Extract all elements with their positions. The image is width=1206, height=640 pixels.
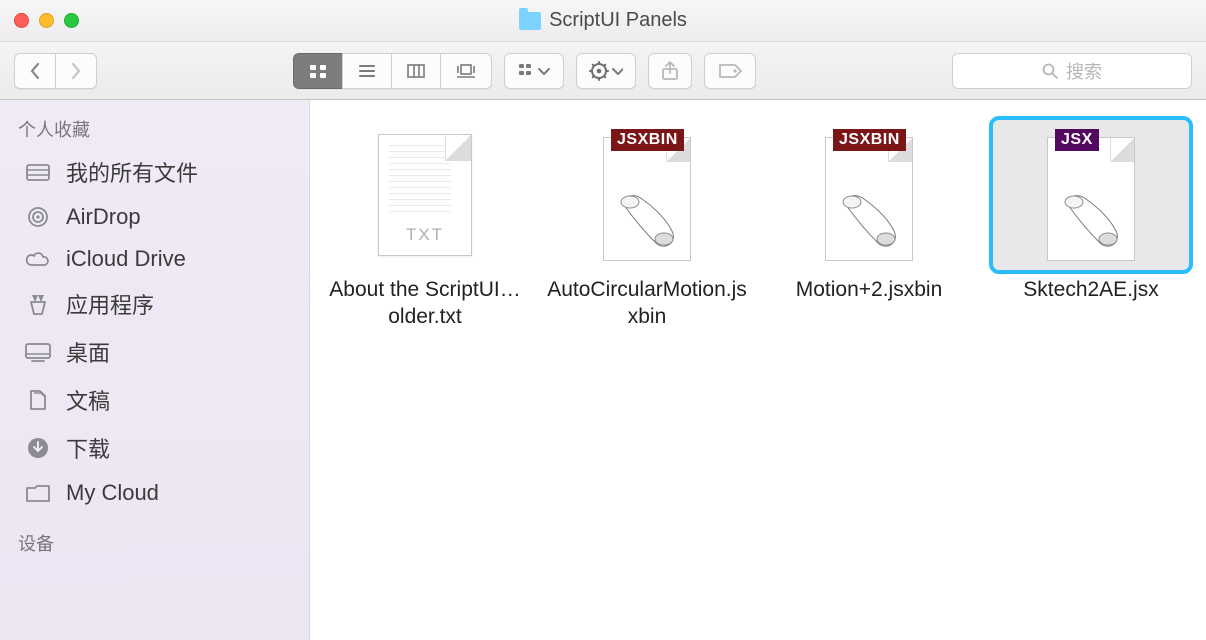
sidebar-section-favorites: 个人收藏 xyxy=(0,110,309,148)
sidebar-item-label: 文稿 xyxy=(66,384,110,416)
documents-icon xyxy=(24,388,52,412)
sidebar-item-label: 应用程序 xyxy=(66,288,154,320)
arrange-menu-button[interactable] xyxy=(504,53,564,89)
sidebar: 个人收藏 我的所有文件 AirDrop iCloud Drive 应用程序 xyxy=(0,100,310,640)
toolbar: 搜索 xyxy=(0,42,1206,100)
script-scroll-icon xyxy=(834,185,904,255)
sidebar-item-label: iCloud Drive xyxy=(66,246,186,272)
titlebar: ScriptUI Panels xyxy=(0,0,1206,42)
sidebar-item-label: 下载 xyxy=(66,432,110,464)
folder-icon xyxy=(519,12,541,30)
share-button[interactable] xyxy=(648,53,692,89)
search-placeholder: 搜索 xyxy=(1066,58,1102,84)
search-icon xyxy=(1042,63,1058,79)
file-icon: TXT xyxy=(327,120,523,270)
file-name: Sktech2AE.jsx xyxy=(1023,276,1158,303)
file-icon: JSXBIN xyxy=(549,120,745,270)
window-title-text: ScriptUI Panels xyxy=(549,9,687,32)
file-grid[interactable]: TXT About the ScriptUI…older.txt JSXBIN Aut… xyxy=(310,100,1206,640)
zoom-window-button[interactable] xyxy=(64,13,79,28)
file-icon: JSX xyxy=(993,120,1189,270)
icloud-icon xyxy=(24,247,52,271)
close-window-button[interactable] xyxy=(14,13,29,28)
sidebar-item-icloud[interactable]: iCloud Drive xyxy=(0,238,309,280)
file-item[interactable]: JSXBIN Motion+2.jsxbin xyxy=(764,114,974,337)
view-mode-segment xyxy=(293,53,492,89)
minimize-window-button[interactable] xyxy=(39,13,54,28)
sidebar-item-label: 我的所有文件 xyxy=(66,156,198,188)
file-type-badge: JSXBIN xyxy=(833,129,906,151)
file-item[interactable]: JSX Sktech2AE.jsx xyxy=(986,114,1196,337)
script-scroll-icon xyxy=(1056,185,1126,255)
sidebar-item-airdrop[interactable]: AirDrop xyxy=(0,196,309,238)
file-type-badge: JSXBIN xyxy=(611,129,684,151)
file-name: Motion+2.jsxbin xyxy=(796,276,943,303)
airdrop-icon xyxy=(24,205,52,229)
file-type-badge: JSX xyxy=(1055,129,1099,151)
sidebar-item-downloads[interactable]: 下载 xyxy=(0,424,309,472)
sidebar-item-mycloud[interactable]: My Cloud xyxy=(0,472,309,514)
file-item[interactable]: TXT About the ScriptUI…older.txt xyxy=(320,114,530,337)
sidebar-item-documents[interactable]: 文稿 xyxy=(0,376,309,424)
sidebar-item-label: AirDrop xyxy=(66,204,141,230)
action-menu-button[interactable] xyxy=(576,53,636,89)
all-files-icon xyxy=(24,160,52,184)
forward-button[interactable] xyxy=(55,53,97,89)
folder-icon xyxy=(24,481,52,505)
sidebar-item-label: My Cloud xyxy=(66,480,159,506)
window-controls xyxy=(14,13,79,28)
file-icon: JSXBIN xyxy=(771,120,967,270)
sidebar-item-apps[interactable]: 应用程序 xyxy=(0,280,309,328)
view-list-button[interactable] xyxy=(342,53,391,89)
sidebar-item-desktop[interactable]: 桌面 xyxy=(0,328,309,376)
search-field[interactable]: 搜索 xyxy=(952,53,1192,89)
tags-button[interactable] xyxy=(704,53,756,89)
window-title: ScriptUI Panels xyxy=(0,9,1206,32)
desktop-icon xyxy=(24,340,52,364)
file-name: AutoCircularMotion.jsxbin xyxy=(547,276,747,331)
txt-badge: TXT xyxy=(379,225,471,245)
view-coverflow-button[interactable] xyxy=(440,53,492,89)
back-button[interactable] xyxy=(14,53,55,89)
downloads-icon xyxy=(24,436,52,460)
window-body: 个人收藏 我的所有文件 AirDrop iCloud Drive 应用程序 xyxy=(0,100,1206,640)
sidebar-item-all-files[interactable]: 我的所有文件 xyxy=(0,148,309,196)
sidebar-section-devices: 设备 xyxy=(0,524,309,562)
applications-icon xyxy=(24,292,52,316)
file-name: About the ScriptUI…older.txt xyxy=(326,276,524,331)
nav-buttons xyxy=(14,53,97,89)
script-scroll-icon xyxy=(612,185,682,255)
view-icon-button[interactable] xyxy=(293,53,342,89)
sidebar-item-label: 桌面 xyxy=(66,336,110,368)
file-item[interactable]: JSXBIN AutoCircularMotion.jsxbin xyxy=(542,114,752,337)
view-columns-button[interactable] xyxy=(391,53,440,89)
